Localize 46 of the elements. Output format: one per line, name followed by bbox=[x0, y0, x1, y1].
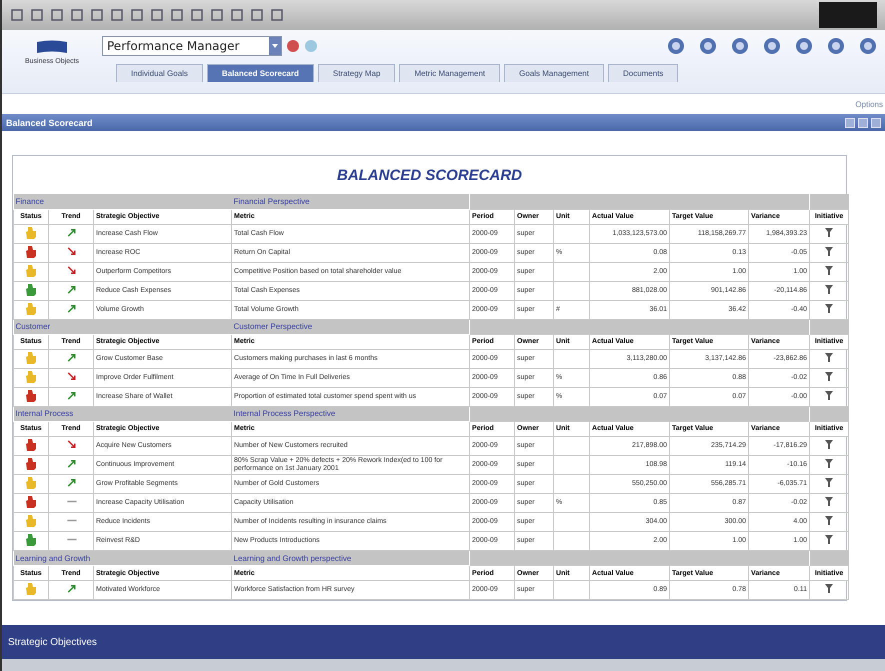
panel-title: Balanced Scorecard bbox=[6, 118, 93, 128]
scroll-bar[interactable] bbox=[2, 659, 885, 671]
toolbar-icon[interactable] bbox=[90, 8, 104, 22]
section-name: Customer bbox=[14, 319, 232, 334]
perspective-name: Internal Process Perspective bbox=[232, 406, 470, 422]
section-name: Learning and Growth bbox=[14, 550, 232, 566]
toolbar-icon[interactable] bbox=[731, 37, 749, 55]
funnel-icon[interactable] bbox=[825, 228, 834, 236]
toolbar-icon[interactable] bbox=[30, 8, 44, 22]
toolbar-icon[interactable] bbox=[130, 8, 144, 22]
circle-icon[interactable] bbox=[286, 39, 300, 53]
toolbar-icon[interactable] bbox=[110, 8, 124, 22]
scorecard-title: BALANCED SCORECARD bbox=[336, 166, 523, 186]
nav-tab[interactable]: Individual Goals bbox=[116, 64, 203, 82]
footer-title: Strategic Objectives bbox=[8, 636, 97, 648]
toolbar-icon[interactable] bbox=[667, 37, 685, 55]
toolbar-icon[interactable] bbox=[230, 8, 244, 22]
options-link[interactable]: Options bbox=[855, 100, 883, 108]
logo-icon bbox=[35, 40, 69, 54]
nav-tab[interactable]: Documents bbox=[608, 64, 678, 82]
toolbar-icon[interactable] bbox=[170, 8, 184, 22]
toolbar-icon[interactable] bbox=[270, 8, 284, 22]
funnel-icon[interactable] bbox=[825, 584, 834, 594]
toolbar-icon[interactable] bbox=[859, 37, 877, 55]
nav-tab[interactable]: Strategy Map bbox=[318, 64, 396, 82]
section-name: Internal Process bbox=[14, 406, 232, 422]
section-name: Finance bbox=[14, 194, 232, 209]
toolbar-icon[interactable] bbox=[150, 8, 164, 22]
toolbar-icon[interactable] bbox=[795, 37, 813, 55]
nav-tab[interactable]: Goals Management bbox=[504, 64, 604, 82]
toolbar-icon[interactable] bbox=[50, 8, 64, 22]
toolbar-icon[interactable] bbox=[827, 37, 845, 55]
toolbar-icon[interactable] bbox=[70, 8, 84, 22]
toolbar-icon[interactable] bbox=[250, 8, 264, 22]
perspective-name: Financial Perspective bbox=[232, 194, 470, 209]
toolbar-icon[interactable] bbox=[10, 8, 24, 22]
toolbar-icon[interactable] bbox=[190, 8, 204, 22]
nav-tab[interactable]: Balanced Scorecard bbox=[206, 64, 314, 82]
nav-tab[interactable]: Metric Management bbox=[399, 64, 500, 82]
toolbar-icon[interactable] bbox=[699, 37, 717, 55]
toolbar-icon[interactable] bbox=[763, 37, 781, 55]
caret-icon bbox=[269, 37, 281, 55]
product-select[interactable]: Performance Manager bbox=[102, 36, 282, 56]
perspective-name: Customer Perspective bbox=[232, 319, 470, 334]
toolbar-icon[interactable] bbox=[210, 8, 224, 22]
perspective-name: Learning and Growth perspective bbox=[232, 550, 470, 566]
